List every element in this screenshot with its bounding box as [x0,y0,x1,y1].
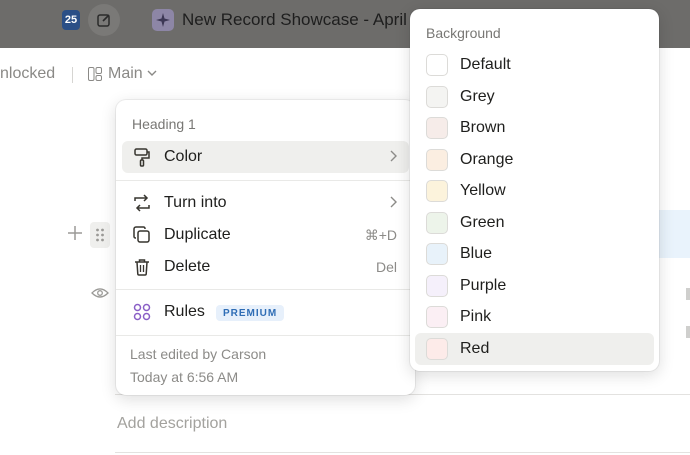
color-option-grey[interactable]: Grey [415,81,654,113]
color-swatch [426,211,448,234]
add-block-icon[interactable] [66,224,84,242]
chevron-down-icon[interactable] [147,69,157,77]
color-option-green[interactable]: Green [415,207,654,239]
page-title[interactable]: New Record Showcase - April 2 [182,10,422,30]
color-option-orange[interactable]: Orange [415,144,654,176]
color-menu-item[interactable]: Color [122,141,409,173]
hide-icon[interactable] [91,286,109,300]
color-option-label: Grey [460,87,495,105]
color-option-label: Yellow [460,182,506,200]
turn-into-label: Turn into [164,194,227,211]
board-view-icon [88,67,102,81]
color-option-label: Red [460,339,490,357]
color-option-label: Green [460,213,505,231]
duplicate-menu-item[interactable]: Duplicate ⌘+D [122,219,409,251]
selected-block-highlight [658,210,690,258]
turn-into-menu-item[interactable]: Turn into [122,187,409,219]
color-option-pink[interactable]: Pink [415,301,654,333]
chevron-right-icon [390,150,397,162]
color-option-blue[interactable]: Blue [415,238,654,270]
view-selector[interactable]: Main [108,65,143,83]
property-edge [686,288,690,300]
trash-icon [132,257,152,277]
premium-badge: PREMIUM [216,305,285,321]
menu-divider [116,289,415,290]
color-option-label: Purple [460,276,507,294]
divider [115,452,690,453]
last-edited-by: Last edited by Carson [130,346,267,362]
rules-label: Rules [164,303,205,320]
block-action-menu: Heading 1 Color Turn into Duplicate ⌘+D … [116,100,415,395]
lock-status[interactable]: nlocked [0,65,55,83]
duplicate-shortcut: ⌘+D [364,226,397,243]
color-swatch [426,54,448,76]
edit-icon [97,14,110,27]
description-input[interactable]: Add description [117,415,227,433]
rules-menu-item[interactable]: Rules PREMIUM [122,296,409,328]
background-color-menu: Background Default Grey Brown Orange Yellow G… [410,9,659,371]
rules-icon [132,302,152,322]
color-swatch [426,274,448,297]
color-swatch [426,306,448,329]
calendar-icon[interactable]: 25 [62,10,80,30]
menu-divider [116,335,415,336]
color-swatch [426,117,448,140]
color-option-red[interactable]: Red [415,332,654,365]
delete-shortcut: Del [375,259,397,275]
sparkle-icon [156,13,170,27]
color-swatch [426,180,448,203]
toolbar-divider [72,67,73,83]
chevron-right-icon [390,196,397,208]
color-option-default[interactable]: Default [415,49,654,81]
paint-roller-icon [132,147,152,167]
turn-into-icon [132,193,152,213]
color-swatch [426,148,448,171]
drag-handle[interactable] [90,222,110,248]
menu-divider [116,180,415,181]
drag-handle-icon [96,228,104,242]
duplicate-icon [132,225,152,245]
color-option-label: Pink [460,308,492,326]
color-swatch [426,243,448,266]
color-option-label: Brown [460,119,506,137]
color-option-label: Default [460,56,511,73]
property-edge [686,326,690,338]
new-page-button[interactable] [88,4,120,36]
delete-label: Delete [164,258,211,275]
color-option-brown[interactable]: Brown [415,112,654,144]
background-header: Background [426,25,501,41]
duplicate-label: Duplicate [164,226,231,243]
delete-menu-item[interactable]: Delete Del [122,251,409,283]
color-option-yellow[interactable]: Yellow [415,175,654,207]
page-icon[interactable] [152,9,174,31]
color-option-label: Blue [460,245,493,263]
menu-header: Heading 1 [132,116,196,132]
color-swatch [426,337,448,360]
last-edited-time: Today at 6:56 AM [130,369,239,385]
color-label: Color [164,148,203,165]
color-option-purple[interactable]: Purple [415,270,654,302]
color-option-label: Orange [460,150,514,168]
color-swatch [426,85,448,108]
